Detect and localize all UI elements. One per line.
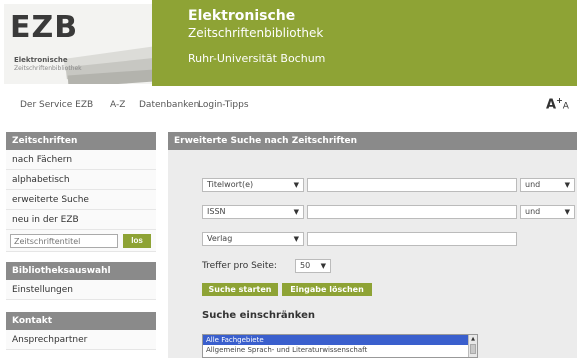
operator-select-2-value: und	[525, 207, 541, 216]
logo-subtitle-2: Zeitschriftenbibliothek	[14, 65, 82, 72]
chevron-down-icon: ▼	[564, 181, 570, 189]
site-header: EZB Elektronische Zeitschriftenbibliothe…	[0, 0, 577, 86]
sidebar-heading-bibliotheksauswahl: Bibliotheksauswahl	[6, 262, 156, 280]
per-page-label: Treffer pro Seite:	[202, 261, 277, 271]
operator-select-1[interactable]: und ▼	[520, 178, 575, 192]
operator-select-1-value: und	[525, 180, 541, 189]
quick-search: los	[6, 230, 156, 252]
sidebar-item-einstellungen[interactable]: Einstellungen	[6, 280, 156, 300]
field-select-3-value: Verlag	[207, 234, 233, 243]
scroll-up-icon[interactable]: ▲	[469, 335, 477, 343]
sidebar-item-alphabetisch[interactable]: alphabetisch	[6, 170, 156, 190]
field-select-3[interactable]: Verlag ▼	[202, 232, 304, 246]
font-size-big: A	[546, 97, 557, 113]
listbox-scrollbar[interactable]: ▲	[468, 335, 477, 357]
sidebar-item-erweiterte-suche[interactable]: erweiterte Suche	[6, 190, 156, 210]
sidebar-item-neu[interactable]: neu in der EZB	[6, 210, 156, 230]
font-size-small: A	[562, 101, 569, 112]
search-term-input-1[interactable]	[307, 178, 517, 192]
field-select-2[interactable]: ISSN ▼	[202, 205, 304, 219]
nav-a-z[interactable]: A-Z	[110, 100, 125, 110]
banner-title-1: Elektronische	[188, 8, 296, 24]
field-select-1-value: Titelwort(e)	[207, 180, 254, 189]
page-title: Erweiterte Suche nach Zeitschriften	[168, 132, 577, 150]
nav-service-ezb[interactable]: Der Service EZB	[20, 100, 93, 110]
sidebar: Zeitschriften nach Fächern alphabetisch …	[6, 132, 156, 350]
restrict-heading: Suche einschränken	[202, 310, 316, 321]
quick-search-input[interactable]	[10, 234, 118, 248]
ezb-logo[interactable]: EZB Elektronische Zeitschriftenbibliothe…	[4, 4, 152, 84]
search-term-input-3[interactable]	[307, 232, 517, 246]
field-select-1[interactable]: Titelwort(e) ▼	[202, 178, 304, 192]
top-navigation: Der Service EZB A-Z Datenbanken Login-Ti…	[0, 96, 577, 116]
search-panel: Erweiterte Suche nach Zeitschriften Tite…	[168, 132, 577, 358]
font-size-toggle[interactable]: A+A	[546, 96, 569, 112]
chevron-down-icon: ▼	[564, 208, 570, 216]
clear-button[interactable]: Eingabe löschen	[282, 283, 372, 296]
chevron-down-icon: ▼	[293, 208, 299, 216]
chevron-down-icon: ▼	[293, 181, 299, 189]
nav-datenbanken[interactable]: Datenbanken	[139, 100, 199, 110]
quick-search-button[interactable]: los	[123, 234, 151, 248]
font-size-plus: +	[556, 96, 563, 105]
subject-listbox[interactable]: Alle Fachgebiete Allgemeine Sprach- und …	[202, 334, 478, 358]
field-select-2-value: ISSN	[207, 207, 226, 216]
subject-option[interactable]: Alle Fachgebiete	[203, 335, 477, 345]
search-term-input-2[interactable]	[307, 205, 517, 219]
operator-select-2[interactable]: und ▼	[520, 205, 575, 219]
banner-institution: Ruhr-Universität Bochum	[188, 52, 326, 65]
sidebar-item-ansprechpartner[interactable]: Ansprechpartner	[6, 330, 156, 350]
header-banner: Elektronische Zeitschriftenbibliothek Ru…	[152, 0, 577, 86]
sidebar-heading-zeitschriften: Zeitschriften	[6, 132, 156, 150]
logo-subtitle-1: Elektronische	[14, 56, 68, 64]
sidebar-item-faechern[interactable]: nach Fächern	[6, 150, 156, 170]
logo-mark: EZB	[10, 10, 79, 45]
per-page-select[interactable]: 50 ▼	[295, 259, 331, 273]
scrollbar-thumb[interactable]	[470, 344, 476, 354]
banner-title-2: Zeitschriftenbibliothek	[188, 26, 324, 40]
subject-option[interactable]: Allgemeine Sprach- und Literaturwissensc…	[203, 345, 477, 355]
chevron-down-icon: ▼	[320, 262, 326, 270]
sidebar-heading-kontakt: Kontakt	[6, 312, 156, 330]
search-button[interactable]: Suche starten	[202, 283, 278, 296]
nav-login-tipps[interactable]: Login-Tipps	[198, 100, 249, 110]
per-page-value: 50	[300, 261, 311, 270]
chevron-down-icon: ▼	[293, 235, 299, 243]
